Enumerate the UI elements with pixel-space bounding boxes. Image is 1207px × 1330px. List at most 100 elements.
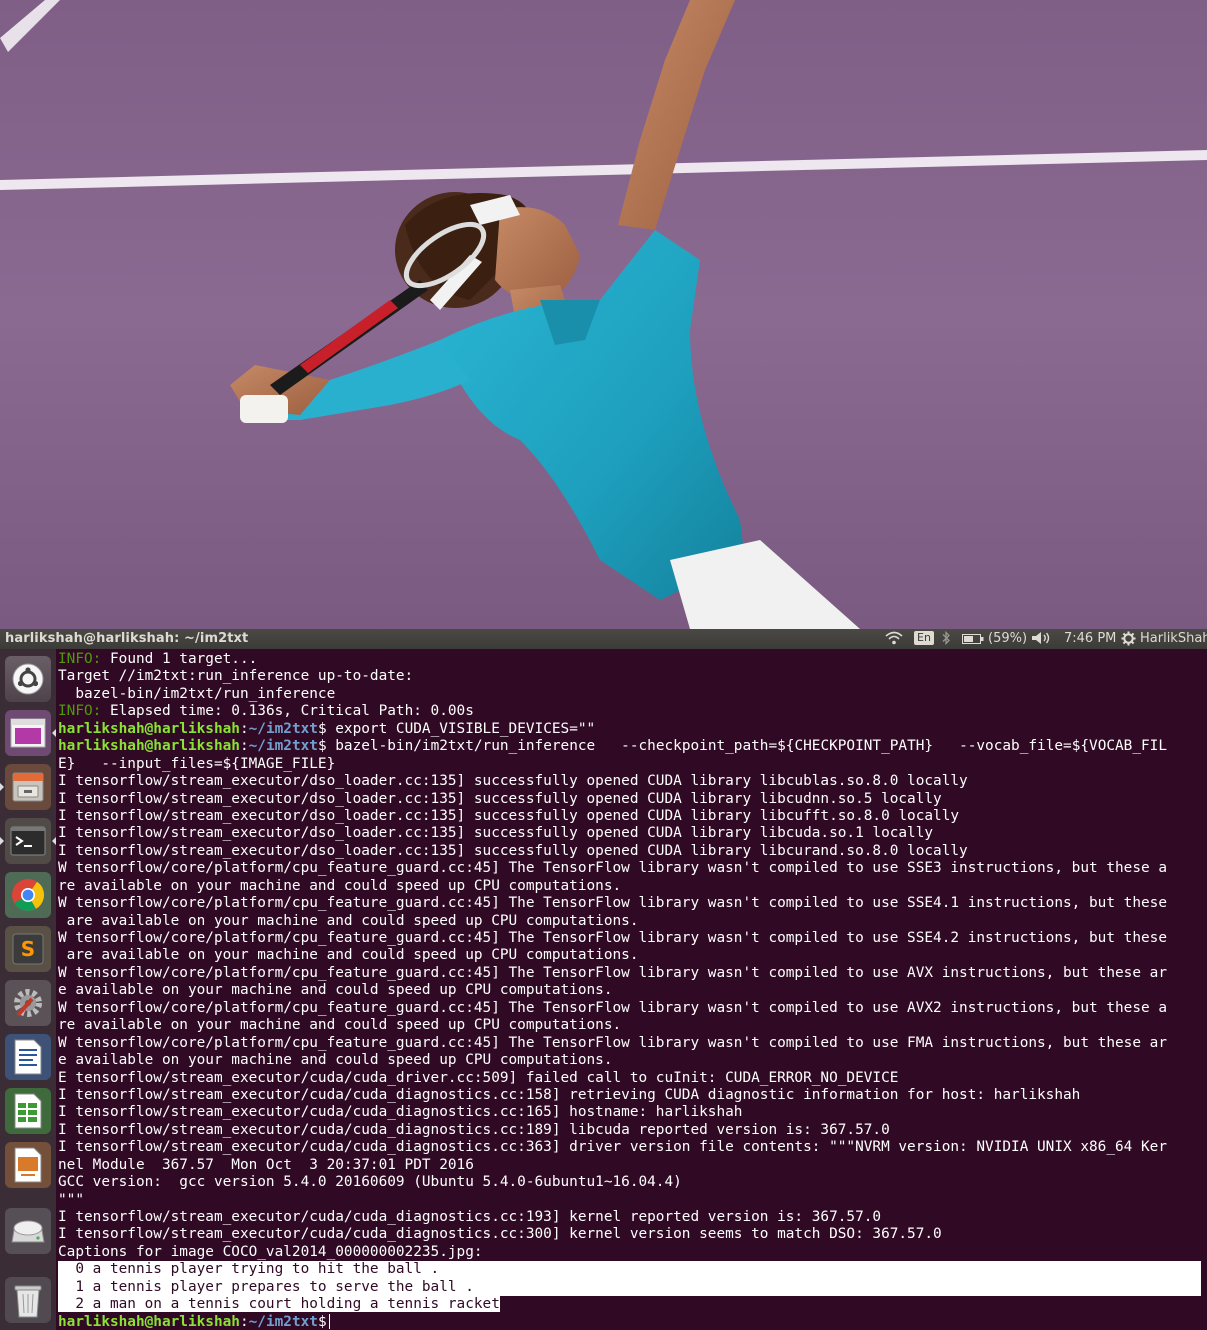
terminal-line: W tensorflow/core/platform/cpu_feature_g… [58, 860, 1201, 877]
background-photo [0, 0, 1207, 629]
prompt-user: harlikshah@harlikshah [58, 1313, 240, 1330]
terminal-line: I tensorflow/stream_executor/dso_loader.… [58, 791, 1201, 808]
prompt-path: ~/im2txt [248, 1313, 318, 1330]
terminal-line: I tensorflow/stream_executor/cuda/cuda_d… [58, 1139, 1201, 1156]
terminal-text: $ [317, 1313, 327, 1330]
terminal-text: I tensorflow/stream_executor/dso_loader.… [58, 773, 968, 790]
launcher-sublime-text[interactable]: S [5, 926, 51, 972]
terminal-line: harlikshah@harlikshah:~/im2txt$ bazel-bi… [58, 738, 1201, 755]
terminal-text: re available on your machine and could s… [58, 1017, 622, 1034]
terminal-text: I tensorflow/stream_executor/dso_loader.… [58, 842, 968, 859]
selected-caption: 1 a tennis player prepares to serve the … [58, 1278, 1201, 1297]
terminal-line: W tensorflow/core/platform/cpu_feature_g… [58, 895, 1201, 912]
terminal-text: W tensorflow/core/platform/cpu_feature_g… [58, 895, 1167, 912]
keyboard-layout-indicator[interactable]: En [914, 631, 934, 645]
svg-text:S: S [21, 937, 35, 961]
terminal-text: I tensorflow/stream_executor/cuda/cuda_d… [58, 1086, 1081, 1103]
terminal-line: Captions for image COCO_val2014_00000000… [58, 1244, 1201, 1261]
terminal-line: I tensorflow/stream_executor/cuda/cuda_d… [58, 1209, 1201, 1226]
terminal-line: I tensorflow/stream_executor/dso_loader.… [58, 773, 1201, 790]
launcher-libreoffice-calc[interactable] [5, 1088, 51, 1134]
image-viewer-icon [10, 718, 46, 748]
launcher-drive[interactable] [5, 1208, 51, 1254]
terminal-text: : [239, 738, 249, 755]
terminal-text: nel Module 367.57 Mon Oct 3 20:37:01 PDT… [58, 1156, 474, 1173]
prompt-path: ~/im2txt [248, 738, 318, 755]
terminal-text: e available on your machine and could sp… [58, 1052, 613, 1069]
terminal-text: W tensorflow/core/platform/cpu_feature_g… [58, 1034, 1167, 1051]
terminal-line: W tensorflow/core/platform/cpu_feature_g… [58, 1035, 1201, 1052]
wifi-icon[interactable] [885, 631, 903, 645]
terminal-text: Captions for image COCO_val2014_00000000… [58, 1243, 483, 1260]
terminal-text: I tensorflow/stream_executor/cuda/cuda_d… [58, 1104, 743, 1121]
terminal-line: e available on your machine and could sp… [58, 982, 1201, 999]
terminal-text: W tensorflow/core/platform/cpu_feature_g… [58, 999, 1167, 1016]
terminal-text: INFO: [58, 651, 102, 667]
ubuntu-logo-icon [12, 663, 44, 695]
battery-indicator[interactable]: (59%) [962, 631, 1027, 646]
terminal-output[interactable]: INFO: Found 1 target... Target //im2txt:r… [58, 651, 1201, 1330]
running-indicator [0, 783, 4, 791]
selected-caption: 0 a tennis player trying to hit the ball… [58, 1261, 1201, 1279]
terminal-line: I tensorflow/stream_executor/cuda/cuda_d… [58, 1087, 1201, 1104]
terminal-line: W tensorflow/core/platform/cpu_feature_g… [58, 965, 1201, 982]
terminal-text: bazel-bin/im2txt/run_inference [58, 685, 336, 702]
top-panel: harlikshah@harlikshah: ~/im2txt En (59%)… [0, 629, 1207, 649]
prompt-user: harlikshah@harlikshah [58, 720, 240, 737]
window-title: harlikshah@harlikshah: ~/im2txt [5, 631, 249, 646]
launcher-files[interactable] [5, 764, 51, 810]
drive-icon [11, 1220, 45, 1243]
terminal-window[interactable]: INFO: Found 1 target... Target //im2txt:r… [56, 649, 1207, 1330]
terminal-text: I tensorflow/stream_executor/cuda/cuda_d… [58, 1209, 882, 1225]
terminal-line: 1 a tennis player prepares to serve the … [58, 1278, 1201, 1297]
launcher-image-viewer[interactable] [5, 710, 51, 756]
bluetooth-icon[interactable] [941, 631, 951, 645]
tennis-player-image [0, 0, 1207, 629]
terminal-text: are available on your machine and could … [58, 947, 639, 964]
terminal-line: harlikshah@harlikshah:~/im2txt$ export C… [58, 721, 1201, 738]
terminal-line: I tensorflow/stream_executor/cuda/cuda_d… [58, 1226, 1201, 1243]
terminal-line: I tensorflow/stream_executor/dso_loader.… [58, 808, 1201, 825]
launcher-terminal[interactable] [5, 818, 51, 864]
terminal-line: I tensorflow/stream_executor/dso_loader.… [58, 843, 1201, 860]
terminal-line: E tensorflow/stream_executor/cuda/cuda_d… [58, 1070, 1201, 1087]
launcher-libreoffice-writer[interactable] [5, 1034, 51, 1080]
terminal-line: INFO: Found 1 target... [58, 651, 1201, 668]
terminal-line: bazel-bin/im2txt/run_inference [58, 686, 1201, 703]
terminal-text: W tensorflow/core/platform/cpu_feature_g… [58, 860, 1167, 877]
terminal-text: GCC version: gcc version 5.4.0 20160609 … [58, 1174, 682, 1191]
volume-icon[interactable] [1031, 631, 1051, 645]
terminal-text: W tensorflow/core/platform/cpu_feature_g… [58, 930, 1167, 946]
session-menu[interactable]: HarlikShah [1121, 631, 1207, 646]
terminal-text: W tensorflow/core/platform/cpu_feature_g… [58, 964, 1167, 981]
running-indicator [0, 837, 4, 845]
launcher-chrome[interactable] [5, 872, 51, 918]
keyboard-layout-label: En [914, 631, 934, 645]
launcher-system-settings[interactable] [5, 980, 51, 1026]
terminal-text: : [239, 720, 249, 737]
terminal-line: 2 a man on a tennis court holding a tenn… [58, 1296, 1201, 1313]
terminal-line: 0 a tennis player trying to hit the ball… [58, 1261, 1201, 1279]
terminal-line: I tensorflow/stream_executor/dso_loader.… [58, 825, 1201, 842]
terminal-cursor [328, 1314, 330, 1330]
prompt-user: harlikshah@harlikshah [58, 738, 240, 755]
battery-icon [962, 633, 984, 644]
prompt-path: ~/im2txt [248, 720, 318, 737]
terminal-line: Target //im2txt:run_inference up-to-date… [58, 668, 1201, 685]
launcher-libreoffice-impress[interactable] [5, 1142, 51, 1188]
launcher-dash[interactable] [5, 656, 51, 702]
launcher-trash[interactable] [5, 1277, 51, 1323]
terminal-line: I tensorflow/stream_executor/cuda/cuda_d… [58, 1104, 1201, 1121]
clock[interactable]: 7:46 PM [1064, 631, 1116, 646]
terminal-line: e available on your machine and could sp… [58, 1052, 1201, 1069]
terminal-text: I tensorflow/stream_executor/cuda/cuda_d… [58, 1139, 1167, 1156]
terminal-text: I tensorflow/stream_executor/dso_loader.… [58, 790, 942, 807]
terminal-text: Target //im2txt:run_inference up-to-date… [58, 668, 414, 685]
terminal-text: $ bazel-bin/im2txt/run_inference --check… [317, 738, 1167, 755]
terminal-line: W tensorflow/core/platform/cpu_feature_g… [58, 930, 1201, 947]
terminal-line: are available on your machine and could … [58, 947, 1201, 964]
terminal-text: $ export CUDA_VISIBLE_DEVICES="" [317, 720, 596, 737]
terminal-line: are available on your machine and could … [58, 913, 1201, 930]
terminal-text: I tensorflow/stream_executor/dso_loader.… [58, 807, 960, 824]
writer-icon [14, 1039, 42, 1075]
